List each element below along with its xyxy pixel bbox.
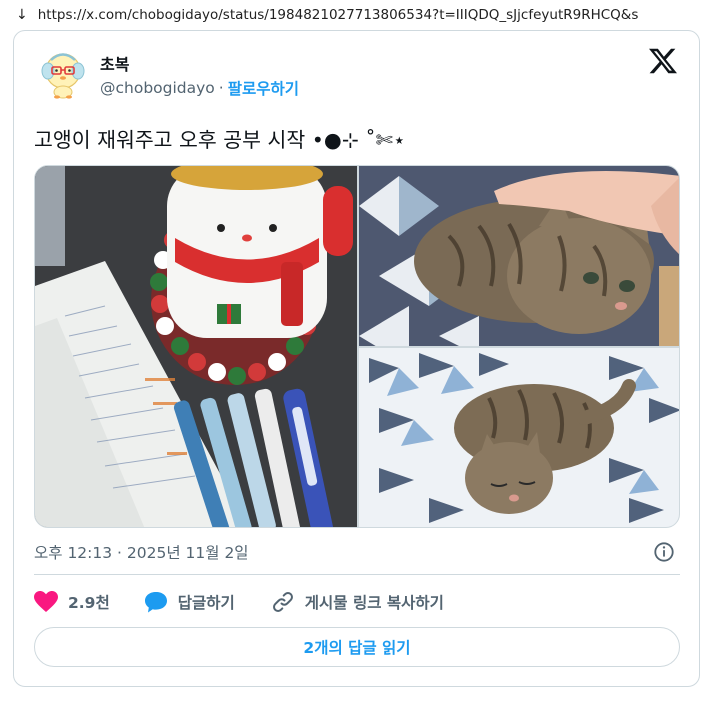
reply-bubble-icon <box>144 592 167 613</box>
copy-link-button[interactable]: 게시물 링크 복사하기 <box>271 590 444 614</box>
read-replies-button[interactable]: 2개의 답글 읽기 <box>34 627 680 667</box>
tweet-actions-bar: 2.9천 답글하기 게시물 링크 복사하기 <box>34 590 444 614</box>
tweet-photo-kitten-sleeping[interactable] <box>359 348 679 527</box>
x-logo-icon[interactable] <box>649 47 677 75</box>
info-icon[interactable] <box>653 541 675 563</box>
author-display-name[interactable]: 초복 <box>100 51 129 75</box>
reply-label: 답글하기 <box>177 594 235 612</box>
like-count: 2.9천 <box>68 594 110 612</box>
author-handle-row: @chobogidayo · 팔로우하기 <box>100 77 299 99</box>
tweet-media-grid <box>34 165 680 528</box>
embedded-tweet-card: 초복 @chobogidayo · 팔로우하기 고앵이 재워주고 오후 공부 시… <box>13 30 700 687</box>
tweet-timestamp[interactable]: 오후 12:13 · 2025년 11월 2일 <box>34 541 249 563</box>
heart-icon <box>34 591 58 612</box>
reply-button[interactable]: 답글하기 <box>144 591 235 613</box>
author-handle[interactable]: @chobogidayo <box>100 79 215 97</box>
copy-link-label: 게시물 링크 복사하기 <box>304 594 444 612</box>
avatar[interactable] <box>35 45 91 101</box>
browser-url-bar[interactable]: ↓ https://x.com/chobogidayo/status/19848… <box>0 0 728 30</box>
tweet-text: 고앵이 재워주고 오후 공부 시작 •●⊹ ˚✄⋆ <box>34 128 406 152</box>
tweet-photo-kitten-petting[interactable] <box>359 166 679 346</box>
separator-dot: · <box>218 79 224 97</box>
follow-button[interactable]: 팔로우하기 <box>228 77 299 99</box>
link-icon <box>272 592 293 612</box>
download-arrow-icon[interactable]: ↓ <box>16 7 28 23</box>
like-button[interactable]: 2.9천 <box>34 591 110 613</box>
divider <box>34 574 680 575</box>
page-url[interactable]: https://x.com/chobogidayo/status/1984821… <box>38 7 639 23</box>
tweet-photo-desk[interactable] <box>35 166 357 527</box>
